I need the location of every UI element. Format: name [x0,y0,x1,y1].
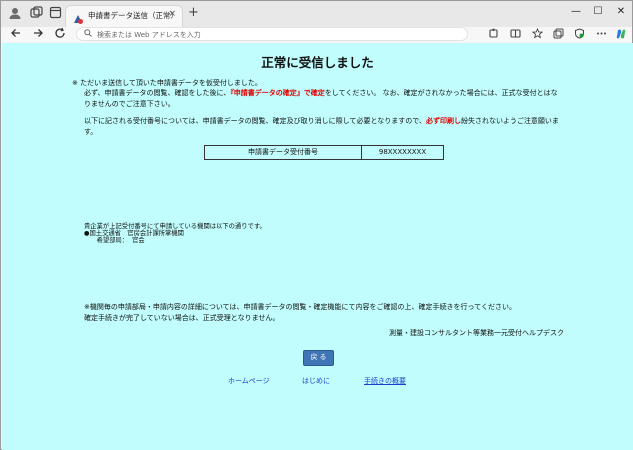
refresh-icon[interactable] [52,27,68,41]
browser-window: 申請書データ送信（正常） × + — ☐ ✕ 検索または Web アドレスを入力 [0,0,633,450]
address-bar[interactable]: 検索または Web アドレスを入力 [76,27,468,41]
copilot-icon[interactable] [615,28,627,40]
active-tab[interactable]: 申請書データ送信（正常） × [65,5,183,27]
page-content: 正常に受信しました ※ ただいま送信して頂いた申請書データを仮受付しました。 必… [2,43,633,450]
receipt-number-value: 98XXXXXXXX [378,148,427,156]
receipt-number-table: 申請書データ受付番号 98XXXXXXXX [204,145,444,160]
back-icon[interactable] [8,27,24,41]
tab-close-icon[interactable]: × [168,9,176,19]
tab-strip: 申請書データ送信（正常） × + — ☐ ✕ [1,1,632,27]
footer-note-line-2: 確定手続きが完了していない場合は、正式受理となりません。 [84,314,280,322]
forward-icon[interactable] [30,27,46,41]
footer-note-line-1: ※機関毎の申請部局・申請内容の詳細については、申請書データの閲覧・確定機能にて内… [84,303,516,311]
notice-line-3: りませんのでご注意下さい。 [84,100,175,108]
intro-link[interactable]: はじめに [302,376,330,386]
collections-icon[interactable] [552,28,564,40]
back-button[interactable]: 戻 る [303,350,334,366]
address-placeholder: 検索または Web アドレスを入力 [97,31,201,39]
workspaces-icon[interactable] [28,6,44,22]
close-window-button[interactable]: ✕ [612,6,630,17]
split-screen-icon[interactable] [509,28,521,40]
browser-toolbar: 検索または Web アドレスを入力 [1,27,632,42]
maximize-button[interactable]: ☐ [589,6,607,17]
notice-line-4: 以下に記される受付番号については、申請書データの閲覧、確定及び取り消しに際して必… [84,117,559,125]
agency-line-3: 希望部局： 官会 [84,237,145,244]
tab-title: 申請書データ送信（正常） [88,11,178,20]
favorite-icon[interactable] [531,27,543,40]
notice-line-5: す。 [84,128,98,136]
page-title: 正常に受信しました [261,55,374,70]
profile-icon[interactable] [7,6,23,22]
receipt-number-label: 申請書データ受付番号 [205,146,362,159]
search-icon [84,29,92,39]
extensions-icon[interactable] [487,28,499,40]
minimize-button[interactable]: — [567,6,585,17]
more-icon[interactable] [595,28,607,40]
tab-actions-icon[interactable] [47,6,63,22]
new-tab-button[interactable]: + [188,6,199,20]
site-favicon-icon [72,10,84,24]
helpdesk-name: 測量・建設コンサルタント等業務一元受付ヘルプデスク [389,329,564,337]
print-emphasis: 必ず印刷し [425,117,461,125]
home-link[interactable]: ホームページ [228,376,270,386]
overview-link[interactable]: 手続きの概要 [364,376,406,386]
browser-essentials-icon[interactable] [573,28,585,40]
notice-line-2: 必ず、申請書データの閲覧、確認をした後に、『申請書データの確定』で確定をしてくだ… [84,89,558,97]
confirm-emphasis: 『申請書データの確定』で確定 [230,89,325,97]
